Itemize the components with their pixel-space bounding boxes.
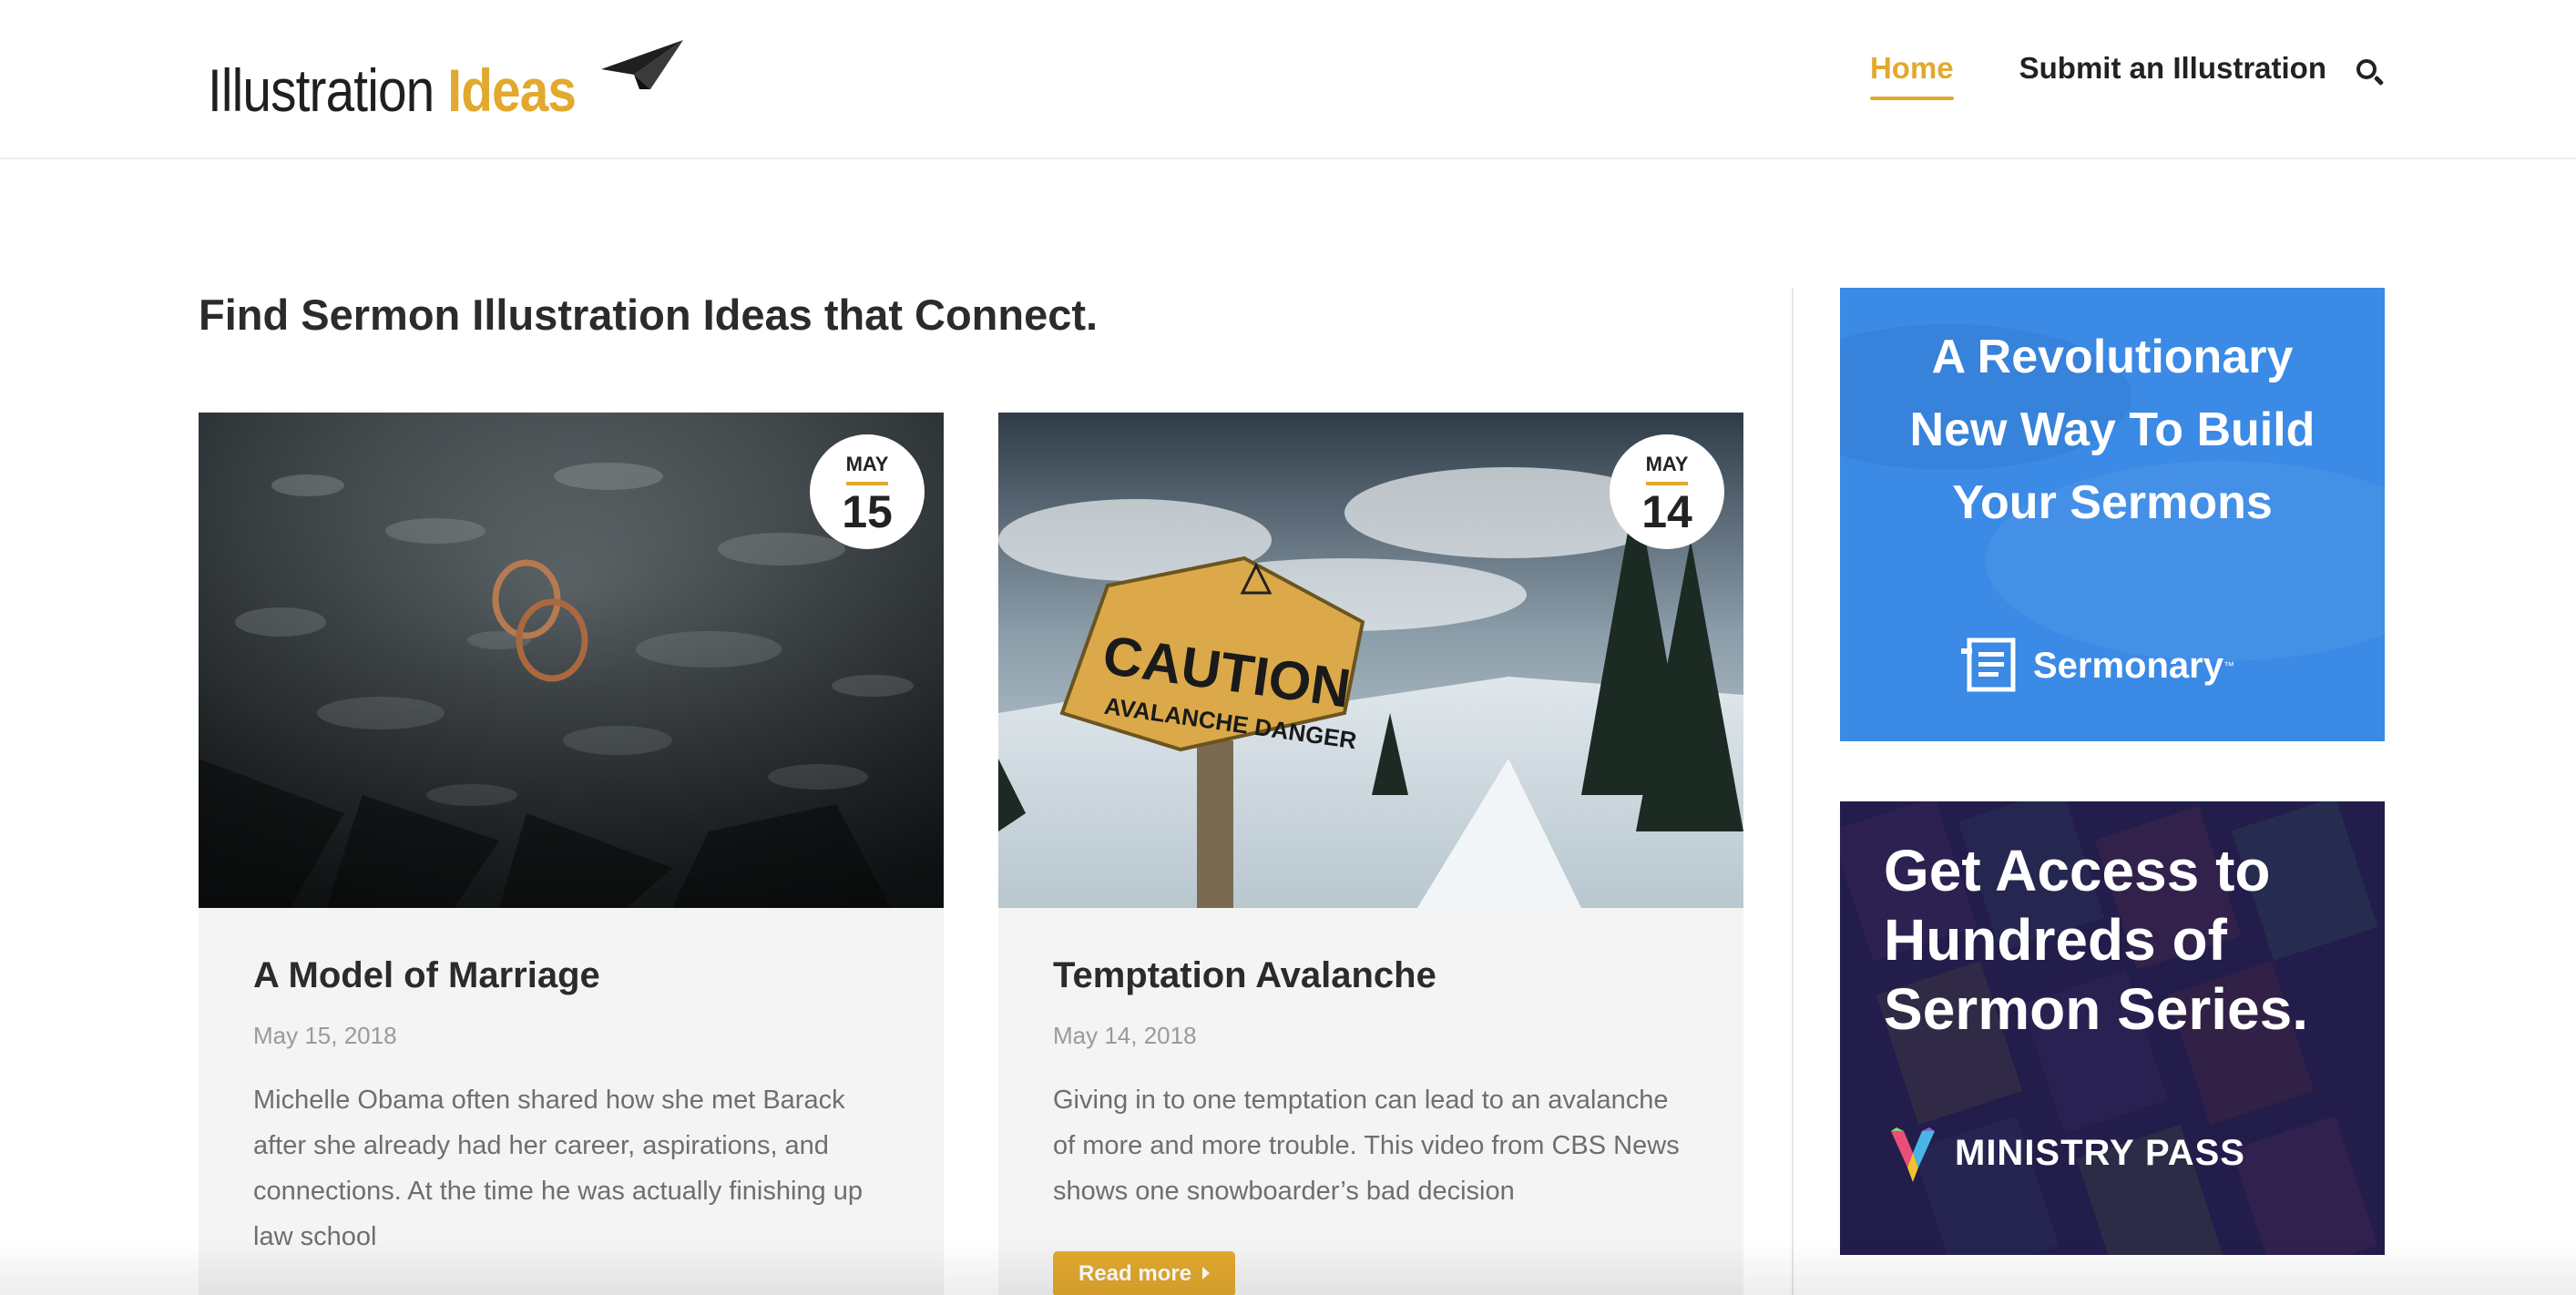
post-date: May 15, 2018 — [253, 1022, 397, 1049]
logo-word-ideas: Ideas — [447, 56, 577, 124]
site-logo[interactable]: Illustration Ideas — [208, 38, 683, 120]
post-card[interactable]: CAUTION AVALANCHE DANGER MAY 14 Temptati… — [998, 413, 1743, 1295]
post-excerpt: Giving in to one temptation can lead to … — [1053, 1086, 1680, 1206]
date-badge-day: 14 — [1641, 486, 1692, 537]
main-nav: Home Submit an Illustration — [1804, 51, 2387, 100]
post-excerpt: Michelle Obama often shared how she met … — [253, 1086, 863, 1251]
date-badge: MAY 15 — [810, 434, 925, 549]
date-badge-month: MAY — [845, 453, 889, 475]
ad2-line2: Hundreds of — [1884, 907, 2227, 973]
ad2-line3: Sermon Series. — [1884, 976, 2308, 1042]
nav-home[interactable]: Home — [1869, 51, 1954, 100]
ad2-line1: Get Access to — [1884, 838, 2271, 903]
content-sidebar-divider — [1792, 288, 1794, 1295]
sermonary-logo-icon — [1961, 637, 2016, 692]
ad1-line3: Your Sermons — [1952, 476, 2273, 529]
ministry-pass-logo-icon — [1891, 1127, 1935, 1182]
ad-ministry-pass[interactable]: Get Access to Hundreds of Sermon Series.… — [1840, 801, 2385, 1255]
ministry-pass-name: MINISTRY PASS — [1955, 1132, 2245, 1173]
date-badge-day: 15 — [842, 486, 893, 537]
site-header: Illustration Ideas Home Submit an Illust… — [0, 0, 2576, 159]
post-image-wedding-rings[interactable]: MAY 15 — [199, 413, 944, 908]
sermonary-brand: Sermonary ™ — [1958, 637, 2234, 694]
post-date: May 14, 2018 — [1053, 1022, 1197, 1049]
post-image-caution-sign[interactable]: CAUTION AVALANCHE DANGER MAY 14 — [998, 413, 1743, 908]
ad1-line1: A Revolutionary — [1931, 331, 2294, 383]
date-badge-month: MAY — [1645, 453, 1689, 475]
nav-submit-illustration[interactable]: Submit an Illustration — [2019, 51, 2326, 95]
read-more-button[interactable]: Read more — [1053, 1251, 1236, 1295]
read-more-label: Read more — [1078, 1261, 1192, 1286]
sermonary-trademark: ™ — [2223, 659, 2234, 672]
post-card[interactable]: MAY 15 A Model of Marriage May 15, 2018 … — [199, 413, 944, 1295]
search-icon[interactable] — [2354, 56, 2387, 89]
caret-right-icon — [1202, 1267, 1211, 1280]
logo-word-illustration: Illustration — [208, 56, 434, 124]
page-title: Find Sermon Illustration Ideas that Conn… — [199, 291, 1099, 339]
ad1-line2: New Way To Build — [1909, 403, 2315, 456]
post-title[interactable]: Temptation Avalanche — [1053, 955, 1689, 996]
paper-plane-icon — [601, 40, 683, 89]
ad-sermonary[interactable]: A Revolutionary New Way To Build Your Se… — [1840, 288, 2385, 741]
post-title[interactable]: A Model of Marriage — [253, 955, 889, 996]
date-badge: MAY 14 — [1610, 434, 1724, 549]
sermonary-name: Sermonary — [2033, 645, 2223, 686]
ministry-pass-brand: MINISTRY PASS — [1887, 1122, 2245, 1184]
